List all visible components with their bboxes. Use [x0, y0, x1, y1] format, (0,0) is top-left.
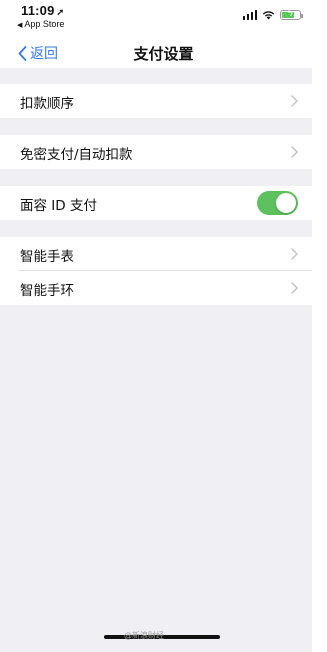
time-text: 11:09: [21, 3, 55, 18]
payment-order-row[interactable]: 扣款顺序: [0, 84, 312, 118]
back-triangle-icon: ◀: [17, 22, 23, 29]
smart-band-label: 智能手环: [20, 283, 74, 299]
cellular-signal-icon: [242, 10, 257, 20]
chevron-right-icon: [291, 282, 298, 294]
back-to-app-store[interactable]: ◀ App Store: [17, 19, 64, 29]
page-title: 支付设置: [133, 45, 194, 63]
battery-nub: [301, 13, 303, 18]
phone-screen: 11:09 ➚ ◀ App Store ϟ 返回 支付设置 扣款顺序 免密支付/…: [0, 0, 327, 652]
location-icon: ➚: [56, 7, 65, 17]
back-app-label: App Store: [24, 19, 65, 29]
chevron-right-icon: [291, 95, 298, 107]
smart-band-row[interactable]: 智能手环: [0, 271, 312, 305]
navigation-bar: 返回 支付设置: [0, 38, 327, 68]
status-bar: 11:09 ➚ ◀ App Store ϟ: [0, 0, 327, 38]
watermark: @新浪财经: [124, 631, 164, 640]
smart-watch-row[interactable]: 智能手表: [0, 237, 312, 271]
wifi-icon: [262, 10, 275, 20]
battery-icon: ϟ: [280, 8, 303, 20]
face-id-toggle[interactable]: [257, 191, 298, 215]
face-id-payment-row: 面容 ID 支付: [0, 186, 312, 220]
payment-order-label: 扣款顺序: [20, 96, 74, 112]
toggle-knob: [276, 193, 296, 213]
smart-watch-label: 智能手表: [20, 249, 74, 265]
settings-list: 扣款顺序 免密支付/自动扣款 面容 ID 支付 智能手表 智能手环: [0, 68, 312, 652]
status-time: 11:09 ➚: [21, 3, 64, 18]
password-free-payment-label: 免密支付/自动扣款: [20, 147, 133, 163]
chevron-right-icon: [291, 146, 298, 158]
password-free-payment-row[interactable]: 免密支付/自动扣款: [0, 135, 312, 169]
face-id-payment-label: 面容 ID 支付: [20, 198, 97, 214]
status-indicators: ϟ: [242, 8, 303, 21]
chevron-right-icon: [291, 248, 298, 260]
charging-bolt-icon: ϟ: [287, 8, 294, 19]
